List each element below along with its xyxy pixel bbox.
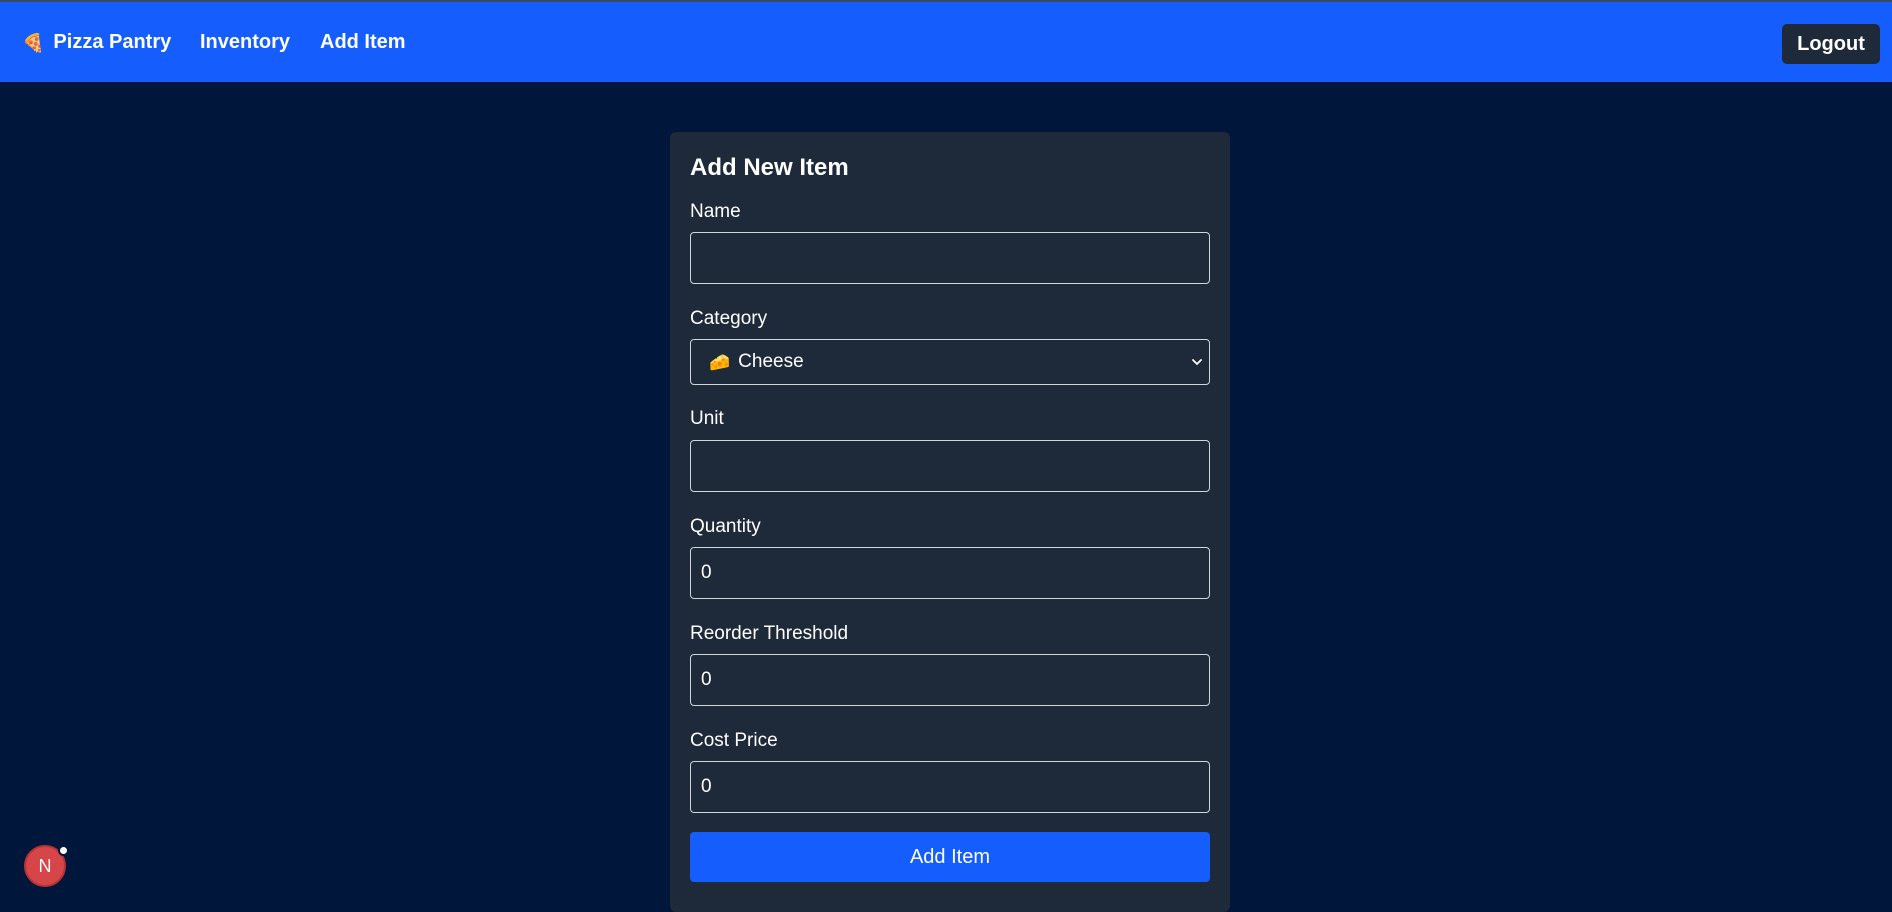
category-select[interactable]: 🧀 Cheese	[690, 339, 1210, 385]
form-title: Add New Item	[690, 154, 849, 181]
reorder-threshold-input[interactable]	[690, 654, 1210, 706]
cheese-icon: 🧀	[709, 352, 731, 372]
chevron-down-icon	[1192, 359, 1202, 365]
unit-input[interactable]	[690, 440, 1210, 492]
nav-add-item-link[interactable]: Add Item	[320, 31, 406, 54]
quantity-input[interactable]	[690, 547, 1210, 599]
add-item-card: Add New Item Name Category 🧀 Cheese Unit…	[670, 132, 1230, 912]
cost-price-label: Cost Price	[690, 730, 778, 751]
reorder-threshold-label: Reorder Threshold	[690, 623, 849, 644]
brand-label: Pizza Pantry	[53, 31, 172, 53]
add-item-submit-button[interactable]: Add Item	[690, 832, 1210, 882]
top-navbar: 🍕 Pizza Pantry Inventory Add Item Logout	[0, 0, 1892, 82]
cost-price-input[interactable]	[690, 761, 1210, 813]
dev-indicator-status-dot	[58, 845, 69, 856]
pizza-icon: 🍕	[22, 32, 45, 53]
logout-button[interactable]: Logout	[1782, 24, 1880, 64]
dev-indicator-letter: N	[38, 855, 52, 876]
category-selected-value: Cheese	[738, 351, 804, 372]
brand-link[interactable]: 🍕 Pizza Pantry	[22, 31, 171, 54]
quantity-label: Quantity	[690, 516, 761, 537]
category-label: Category	[690, 308, 768, 329]
unit-label: Unit	[690, 408, 724, 429]
name-label: Name	[690, 201, 741, 222]
nav-inventory-link[interactable]: Inventory	[200, 31, 290, 54]
name-input[interactable]	[690, 232, 1210, 284]
